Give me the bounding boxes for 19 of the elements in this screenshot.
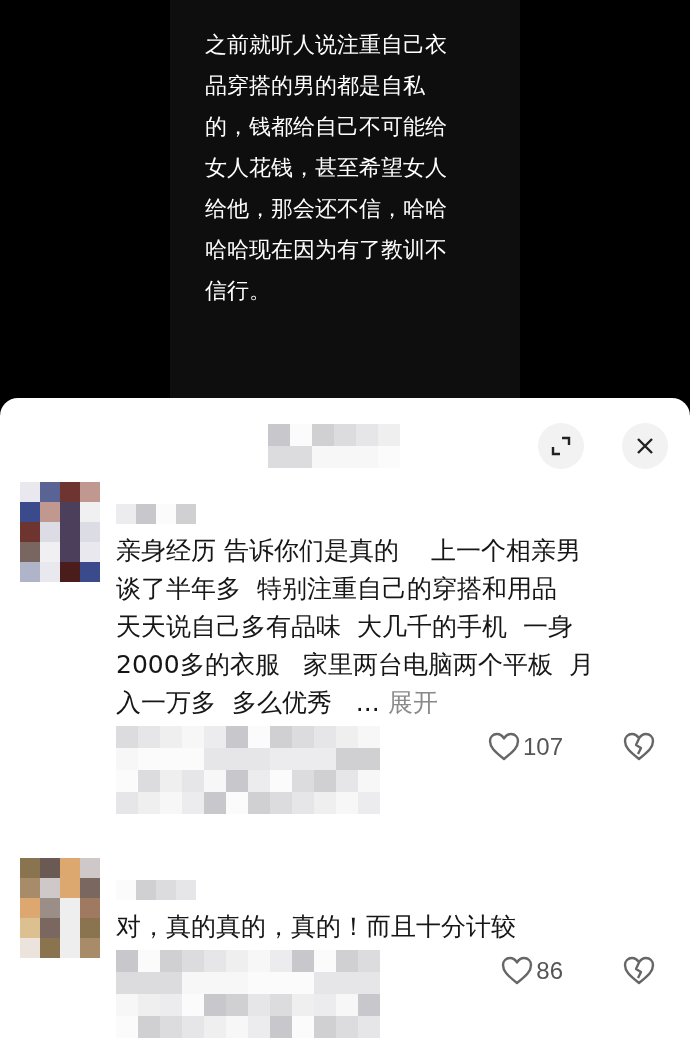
comment-line: 亲身经历 告诉你们是真的 上一个相亲男 [116,536,581,565]
dislike-button[interactable] [623,732,655,762]
comment-line: 2000多的衣服 家里两台电脑两个平板 月 [116,650,595,679]
comment-line: 谈了半年多 特别注重自己的穿搭和用品 [116,574,557,603]
expand-icon [550,435,572,457]
like-button[interactable]: 107 [487,732,563,762]
comment-line: 对，真的真的，真的！而且十分计较 [116,912,516,941]
broken-heart-icon [623,732,655,762]
close-button[interactable] [622,423,668,469]
expand-button[interactable] [538,423,584,469]
like-count: 107 [522,733,563,761]
video-caption: 之前就听人说注重自己衣品穿搭的男的都是自私的，钱都给自己不可能给女人花钱，甚至希望女人给他，那会还不信，哈哈哈哈现在因为有了教训不信行。 [205,31,448,305]
close-icon [636,437,654,455]
like-count: 86 [536,957,563,985]
dislike-button[interactable] [623,956,655,986]
comment-line: 天天说自己多有品味 大几千的手机 一身 [116,612,573,641]
broken-heart-icon [623,956,655,986]
like-button[interactable]: 86 [501,956,563,986]
comment-line: 入一万多 多么优秀 ... [116,688,380,717]
